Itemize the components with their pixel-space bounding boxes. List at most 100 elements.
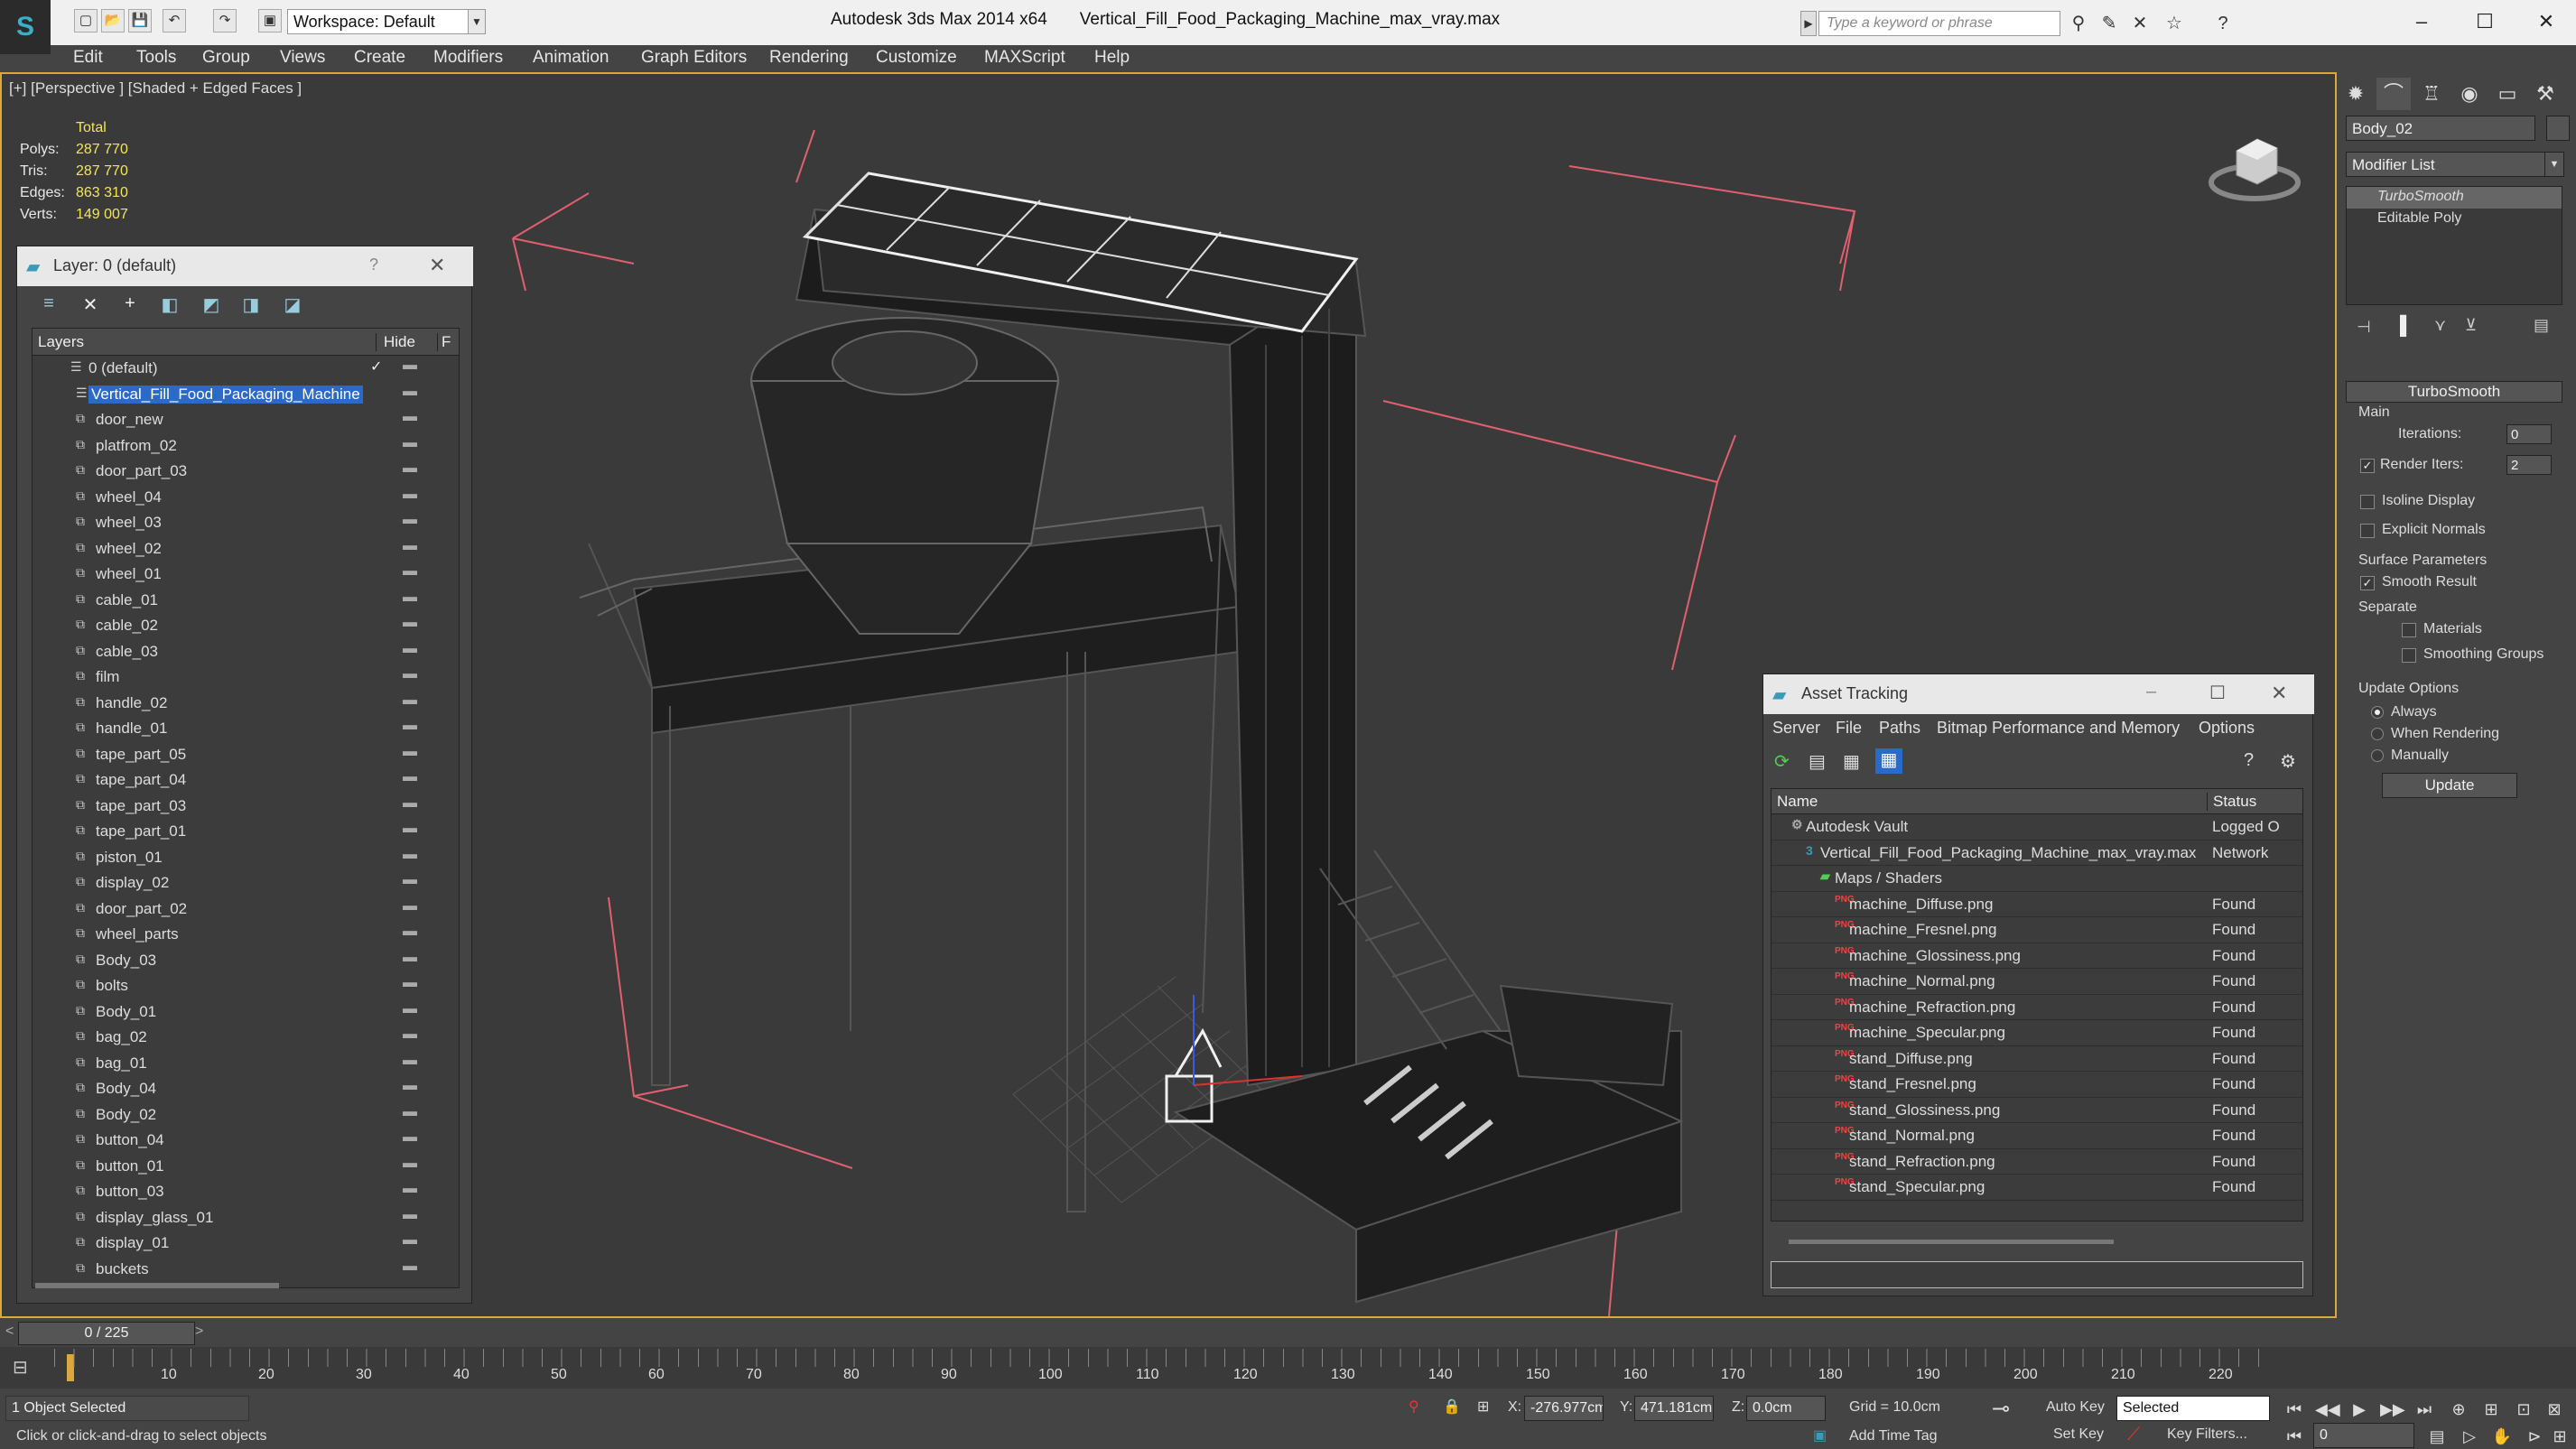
layer-row[interactable]: ☰ Vertical_Fill_Food_Packaging_Machine ▬: [33, 382, 459, 408]
layer-object-row[interactable]: ⧉ door_part_02 ▬: [33, 896, 459, 923]
column-layers[interactable]: Layers: [38, 333, 84, 351]
create-layer-icon[interactable]: ≡: [35, 293, 62, 320]
hide-toggle[interactable]: ▬: [403, 1053, 417, 1069]
menu-create[interactable]: Create: [354, 48, 405, 68]
hide-toggle[interactable]: ▬: [403, 1181, 417, 1197]
asset-menu-options[interactable]: Options: [2199, 719, 2255, 738]
layer-object-row[interactable]: ⧉ tape_part_04 ▬: [33, 767, 459, 794]
hide-toggle[interactable]: ▬: [403, 975, 417, 991]
stack-item-turbosmooth[interactable]: TurboSmooth: [2347, 187, 2562, 209]
binoculars-icon[interactable]: ⚲: [2066, 11, 2091, 36]
pin-stack-icon[interactable]: ⊣: [2357, 318, 2371, 337]
hide-toggle[interactable]: ▬: [403, 924, 417, 940]
hide-toggle[interactable]: ▬: [403, 898, 417, 915]
hide-toggle[interactable]: ▬: [403, 718, 417, 734]
asset-row[interactable]: ⚙ Autodesk Vault Logged O: [1772, 814, 2302, 841]
column-hide[interactable]: Hide: [376, 333, 415, 351]
time-config-icon[interactable]: ▤: [2425, 1425, 2449, 1448]
always-radio[interactable]: [2371, 706, 2384, 719]
manually-radio[interactable]: [2371, 749, 2384, 762]
layer-object-row[interactable]: ⧉ button_04 ▬: [33, 1128, 459, 1154]
search-input[interactable]: Type a keyword or phrase: [1818, 11, 2060, 36]
go-to-end-icon[interactable]: ⏭: [2413, 1398, 2436, 1421]
hide-toggle[interactable]: ▬: [403, 821, 417, 837]
layer-object-row[interactable]: ⧉ platfrom_02 ▬: [33, 433, 459, 460]
utilities-tab-icon[interactable]: ⚒: [2528, 78, 2562, 110]
project-folder-icon[interactable]: ▣: [258, 9, 282, 33]
minimize-icon[interactable]: –: [2146, 682, 2156, 702]
horizontal-scrollbar[interactable]: [1789, 1240, 2114, 1244]
y-coordinate-field[interactable]: 471.181cm: [1634, 1396, 1714, 1421]
hide-toggle[interactable]: ▬: [403, 1078, 417, 1094]
current-frame-field[interactable]: 0: [2313, 1423, 2414, 1448]
help-icon[interactable]: ?: [369, 255, 378, 274]
asset-row[interactable]: PNG machine_Specular.png Found: [1772, 1020, 2302, 1046]
maximize-viewport-icon[interactable]: ⊞: [2548, 1425, 2571, 1448]
asset-row[interactable]: PNG stand_Specular.png Found: [1772, 1175, 2302, 1201]
zoom-all-icon[interactable]: ⊞: [2479, 1398, 2503, 1421]
layer-object-row[interactable]: ⧉ wheel_04 ▬: [33, 485, 459, 511]
smooth-result-checkbox[interactable]: ✓: [2360, 576, 2375, 590]
orbit-icon[interactable]: ✋: [2490, 1425, 2514, 1448]
asset-menu-bitmap[interactable]: Bitmap Performance and Memory: [1937, 719, 2180, 738]
hide-toggle[interactable]: ▬: [403, 1026, 417, 1043]
asset-menu-server[interactable]: Server: [1772, 719, 1820, 738]
menu-customize[interactable]: Customize: [876, 48, 957, 68]
layer-object-row[interactable]: ⧉ bolts ▬: [33, 973, 459, 999]
zoom-icon[interactable]: ⊕: [2447, 1398, 2470, 1421]
asset-row[interactable]: PNG stand_Refraction.png Found: [1772, 1149, 2302, 1175]
set-key-button[interactable]: Set Key: [2053, 1426, 2104, 1443]
save-icon[interactable]: 💾: [128, 9, 152, 33]
active-layer-check[interactable]: ✓: [370, 358, 382, 376]
menu-maxscript[interactable]: MAXScript: [984, 48, 1065, 68]
hide-toggle[interactable]: ▬: [403, 487, 417, 503]
help-icon[interactable]: ?: [2210, 11, 2236, 36]
layer-object-row[interactable]: ⧉ button_03 ▬: [33, 1179, 459, 1205]
time-slider[interactable]: < 0 / 225 >: [0, 1320, 2576, 1347]
vault-settings-icon[interactable]: ⚙: [2280, 750, 2296, 773]
new-file-icon[interactable]: ▢: [74, 9, 98, 33]
time-tag-icon[interactable]: ▣: [1813, 1426, 1827, 1444]
layer-object-row[interactable]: ⧉ wheel_02 ▬: [33, 536, 459, 562]
close-icon[interactable]: ✕: [2271, 682, 2287, 705]
layer-object-row[interactable]: ⧉ film ▬: [33, 664, 459, 691]
viewcube[interactable]: [2205, 119, 2304, 209]
hide-toggle[interactable]: ▬: [403, 1232, 417, 1249]
layer-row[interactable]: ☰ 0 (default) ✓ ▬: [33, 356, 459, 382]
layer-object-row[interactable]: ⧉ wheel_01 ▬: [33, 562, 459, 588]
asset-row[interactable]: PNG stand_Diffuse.png Found: [1772, 1046, 2302, 1072]
horizontal-scrollbar[interactable]: [35, 1283, 279, 1288]
when-rendering-radio[interactable]: [2371, 728, 2384, 740]
hide-toggle[interactable]: ▬: [403, 1156, 417, 1172]
iterations-spinner[interactable]: 0: [2506, 424, 2552, 444]
render-iters-spinner[interactable]: 2: [2506, 455, 2552, 475]
app-logo-icon[interactable]: S: [0, 0, 51, 54]
object-name-field[interactable]: Body_02: [2346, 116, 2535, 141]
z-coordinate-field[interactable]: 0.0cm: [1746, 1396, 1826, 1421]
layer-object-row[interactable]: ⧉ display_02 ▬: [33, 870, 459, 896]
layer-object-row[interactable]: ⧉ bag_02 ▬: [33, 1025, 459, 1051]
go-to-start-icon[interactable]: ⏮: [2283, 1398, 2306, 1421]
column-status[interactable]: Status: [2207, 793, 2256, 811]
absolute-mode-icon[interactable]: ⊞: [1477, 1398, 1489, 1416]
menu-edit[interactable]: Edit: [73, 48, 103, 68]
hide-toggle[interactable]: ▬: [403, 460, 417, 477]
layer-object-row[interactable]: ⧉ Body_02 ▬: [33, 1102, 459, 1129]
asset-tracking-titlebar[interactable]: ▰ Asset Tracking – ☐ ✕: [1763, 674, 2314, 714]
hide-toggle[interactable]: ▬: [403, 1001, 417, 1017]
menu-rendering[interactable]: Rendering: [769, 48, 849, 68]
stack-item-editable-poly[interactable]: Editable Poly: [2347, 209, 2562, 230]
auto-key-button[interactable]: Auto Key: [2046, 1399, 2105, 1416]
layer-object-row[interactable]: ⧉ display_glass_01 ▬: [33, 1205, 459, 1231]
favorites-star-icon[interactable]: ☆: [2162, 11, 2187, 36]
asset-row[interactable]: PNG stand_Glossiness.png Found: [1772, 1098, 2302, 1123]
asset-row[interactable]: 3 Vertical_Fill_Food_Packaging_Machine_ma…: [1772, 841, 2302, 866]
zoom-extents-all-icon[interactable]: ⊠: [2543, 1398, 2566, 1421]
hide-all-icon[interactable]: ◨: [237, 293, 265, 320]
layer-object-row[interactable]: ⧉ bag_01 ▬: [33, 1051, 459, 1077]
hide-toggle[interactable]: ▬: [403, 1104, 417, 1120]
asset-path-field[interactable]: [1771, 1261, 2303, 1288]
previous-frame-icon[interactable]: ◀◀: [2315, 1398, 2340, 1421]
hide-toggle[interactable]: ▬: [403, 615, 417, 631]
table-view-icon[interactable]: ▦: [1843, 750, 1860, 773]
